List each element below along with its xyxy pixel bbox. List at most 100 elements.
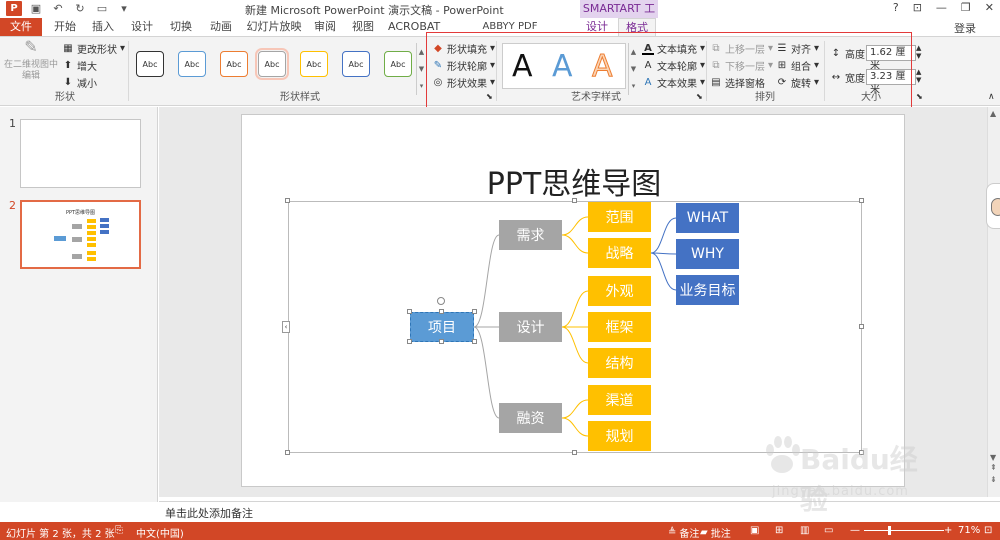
larger-button[interactable]: ⬆ 增大 (62, 58, 97, 74)
tab-transitions[interactable]: 切换 (166, 18, 196, 36)
bring-forward-button[interactable]: ⧉ 上移一层 ▾ (710, 41, 773, 57)
shape-outline-button[interactable]: ✎ 形状轮廓 ▾ (432, 58, 495, 74)
smartart-frame[interactable] (288, 201, 862, 453)
resize-handle[interactable] (859, 198, 864, 203)
send-backward-button[interactable]: ⧉ 下移一层 ▾ (710, 58, 773, 74)
avatar[interactable] (986, 183, 1000, 229)
resize-handle[interactable] (407, 339, 412, 344)
height-input[interactable]: 1.62 厘米 (866, 45, 916, 72)
mindmap-node-l2[interactable]: 战略 (588, 238, 651, 268)
shape-style-4[interactable]: Abc (255, 48, 289, 80)
tab-animations[interactable]: 动画 (206, 18, 236, 36)
scroll-up-icon[interactable]: ▲ (990, 109, 996, 118)
close-icon[interactable]: ✕ (985, 1, 994, 14)
change-shape-button[interactable]: ▦ 更改形状 ▾ (62, 41, 125, 57)
slideshow-icon[interactable]: ▭ (824, 525, 833, 536)
scroll-down-icon[interactable]: ▼ (631, 65, 636, 73)
resize-handle[interactable] (285, 198, 290, 203)
mindmap-root-node[interactable]: 项目 (410, 312, 474, 342)
width-spinner[interactable]: ▲ ▼ (916, 68, 921, 84)
mindmap-node-l2[interactable]: 范围 (588, 202, 651, 232)
height-spinner[interactable]: ▲ ▼ (916, 44, 921, 60)
resize-handle[interactable] (472, 339, 477, 344)
shape-styles-launcher-icon[interactable]: ⬊ (486, 92, 493, 101)
login-link[interactable]: 登录 (954, 20, 976, 36)
tab-acrobat[interactable]: ACROBAT (388, 18, 440, 36)
spell-check-icon[interactable]: ⎘ (115, 525, 123, 536)
text-effects-button[interactable]: A 文本效果 ▾ (642, 75, 705, 91)
mindmap-node-l1[interactable]: 需求 (499, 220, 562, 250)
wordart-style-1[interactable]: A (512, 49, 533, 84)
tab-smartart-design[interactable]: 设计 (580, 18, 614, 36)
previous-slide-icon[interactable]: ⇞ (990, 463, 997, 472)
collapse-ribbon-icon[interactable]: ∧ (988, 92, 995, 102)
shape-effects-button[interactable]: ◎ 形状效果 ▾ (432, 75, 495, 91)
tab-review[interactable]: 审阅 (310, 18, 340, 36)
shape-style-7[interactable]: Abc (384, 51, 412, 77)
resize-handle[interactable] (472, 309, 477, 314)
slide-title[interactable]: PPT思维导图 (242, 159, 906, 203)
shape-fill-button[interactable]: ◆ 形状填充 ▾ (432, 41, 495, 57)
mindmap-node-l3[interactable]: WHAT (676, 203, 739, 233)
resize-handle[interactable] (859, 324, 864, 329)
scroll-up-icon[interactable]: ▲ (419, 48, 424, 56)
zoom-out-icon[interactable]: — (850, 525, 860, 536)
redo-icon[interactable]: ↻ (72, 1, 88, 16)
mindmap-node-l2[interactable]: 结构 (588, 348, 651, 378)
mindmap-node-l3[interactable]: WHY (676, 239, 739, 269)
wordart-gallery-scroll[interactable]: ▲ ▼ ▾ (628, 43, 638, 95)
resize-handle[interactable] (572, 450, 577, 455)
shape-style-2[interactable]: Abc (178, 51, 206, 77)
align-button[interactable]: ☰ 对齐 ▾ (776, 41, 820, 57)
shape-style-3[interactable]: Abc (220, 51, 248, 77)
wordart-style-3[interactable]: A (592, 49, 614, 85)
text-pane-toggle-icon[interactable]: ‹ (282, 321, 290, 333)
next-slide-icon[interactable]: ⇟ (990, 475, 997, 484)
notes-button[interactable]: ≜ 备注 (668, 525, 699, 540)
customize-qat-icon[interactable]: ▾ (116, 1, 132, 16)
wordart-launcher-icon[interactable]: ⬊ (696, 92, 703, 101)
normal-view-icon[interactable]: ▣ (750, 525, 759, 536)
zoom-slider[interactable] (864, 530, 944, 531)
scroll-down-icon[interactable]: ▼ (990, 453, 996, 462)
mindmap-node-l2[interactable]: 外观 (588, 276, 651, 306)
language-indicator[interactable]: 中文(中国) (136, 525, 184, 540)
mindmap-node-l1[interactable]: 融资 (499, 403, 562, 433)
help-icon[interactable]: ? (893, 1, 899, 14)
shape-styles-gallery-scroll[interactable]: ▲ ▼ ▾ (416, 43, 426, 95)
shape-style-6[interactable]: Abc (342, 51, 370, 77)
mindmap-node-l1[interactable]: 设计 (499, 312, 562, 342)
ribbon-display-options-icon[interactable]: ⊡ (913, 1, 922, 14)
mindmap-node-l2[interactable]: 框架 (588, 312, 651, 342)
fit-slide-icon[interactable]: ⊡ (984, 525, 992, 536)
rotate-handle-icon[interactable] (437, 297, 445, 305)
tab-view[interactable]: 视图 (348, 18, 378, 36)
zoom-level[interactable]: 71% (958, 525, 980, 536)
tab-slideshow[interactable]: 幻灯片放映 (244, 18, 304, 36)
more-icon[interactable]: ▾ (632, 82, 636, 90)
reading-view-icon[interactable]: ▥ (800, 525, 809, 536)
tab-smartart-format[interactable]: 格式 (618, 18, 656, 36)
tab-insert[interactable]: 插入 (88, 18, 118, 36)
slide-thumbnail-2[interactable]: PPT思维导图 (20, 200, 141, 269)
edit-in-2d-button[interactable]: ✎ 在二维视图中编辑 (4, 39, 58, 82)
start-from-beginning-icon[interactable]: ▭ (94, 1, 110, 16)
slide-thumbnail-1[interactable] (20, 119, 141, 188)
tab-design[interactable]: 设计 (127, 18, 157, 36)
mindmap-node-l3[interactable]: 业务目标 (676, 275, 739, 305)
scroll-up-icon[interactable]: ▲ (631, 48, 636, 56)
shape-style-5[interactable]: Abc (300, 51, 328, 77)
text-outline-button[interactable]: A 文本轮廓 ▾ (642, 58, 705, 74)
shape-style-1[interactable]: Abc (136, 51, 164, 77)
minimize-icon[interactable]: — (936, 1, 947, 14)
width-input[interactable]: 3.23 厘米 (866, 69, 916, 96)
group-button[interactable]: ⊞ 组合 ▾ (776, 58, 819, 74)
undo-icon[interactable]: ↶ (50, 1, 66, 16)
tab-abbyy[interactable]: ABBYY PDF Transformer+ (450, 18, 570, 50)
restore-icon[interactable]: ❐ (961, 1, 971, 14)
comments-button[interactable]: ▰ 批注 (700, 525, 731, 540)
scroll-down-icon[interactable]: ▼ (419, 65, 424, 73)
zoom-slider-thumb[interactable] (888, 526, 891, 535)
tab-file[interactable]: 文件 (0, 18, 42, 36)
save-icon[interactable]: ▣ (28, 1, 44, 16)
